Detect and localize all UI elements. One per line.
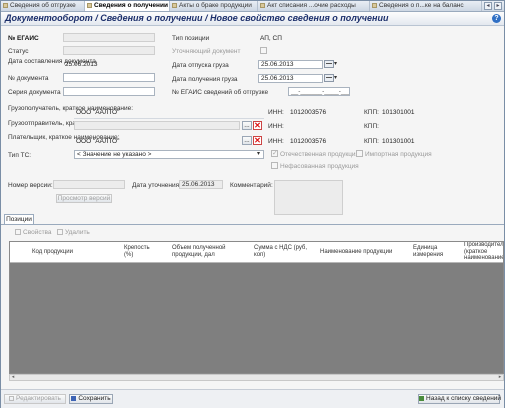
import-checkbox[interactable] — [356, 150, 363, 157]
clarify-date-label: Дата уточнения: — [132, 182, 181, 189]
consignor-select-button[interactable]: ... — [242, 121, 252, 130]
inn-value-payer: 1012003576 — [290, 138, 327, 145]
calendar-icon[interactable] — [324, 74, 334, 82]
footer-bar: Редактировать Сохранить Назад к списку с… — [1, 389, 504, 408]
chevron-down-icon[interactable]: ▾ — [334, 60, 337, 67]
version-field — [53, 180, 125, 189]
back-to-list-button[interactable]: Назад к списку сведений — [418, 394, 501, 404]
doc-number-label: № документа — [8, 75, 49, 82]
kpp-value-payer: 101301001 — [382, 138, 415, 145]
help-icon[interactable]: ? — [492, 14, 501, 23]
ship-date-input[interactable]: 25.06.2013 — [258, 60, 323, 69]
document-icon — [87, 3, 92, 8]
app-window: Сведения об отгрузке Сведения о получени… — [0, 0, 505, 408]
col-product-code[interactable]: Код продукции — [32, 249, 73, 256]
save-icon — [71, 395, 77, 401]
chevron-down-icon[interactable]: ▾ — [334, 74, 337, 81]
tab-balance-info[interactable]: Сведения о п...ке на баланс — [370, 1, 482, 11]
col-product-name[interactable]: Наименование продукции — [320, 249, 392, 256]
col-volume[interactable]: Объем полученной продукции, дал — [172, 245, 238, 258]
tab-receipt-info[interactable]: Сведения о получении — [85, 1, 170, 11]
inn-label: ИНН: — [268, 138, 284, 145]
receive-date-label: Дата получения груза — [172, 76, 238, 83]
document-icon — [3, 3, 8, 8]
view-versions-button[interactable]: Просмотр версий — [56, 194, 112, 203]
consignee-value: ООО "ААЛТО" — [76, 109, 120, 116]
document-icon — [372, 3, 377, 8]
status-label: Статус — [8, 48, 29, 55]
tabs-scroll-left-icon[interactable]: ◂ — [484, 2, 492, 10]
col-manufacturer[interactable]: Производитель (краткое наименование — [464, 242, 503, 262]
status-field — [63, 46, 155, 55]
edit-icon — [9, 395, 15, 401]
tabs-scroll-right-icon[interactable]: ▸ — [494, 2, 502, 10]
doc-date-value: 25.06.2013 — [65, 61, 98, 68]
tab-shipment-info[interactable]: Сведения об отгрузке — [1, 1, 85, 11]
payer-value: ООО "ААЛТО" — [76, 138, 120, 145]
divider — [74, 118, 264, 119]
inn-value-consignee: 1012003576 — [290, 109, 327, 116]
properties-icon — [15, 229, 21, 236]
positions-tabbar: Позиции — [1, 214, 504, 225]
save-button[interactable]: Сохранить — [69, 394, 113, 404]
receive-date-input[interactable]: 25.06.2013 — [258, 74, 323, 83]
kpp-value-consignee: 101301001 — [382, 109, 415, 116]
inn-label: ИНН: — [268, 123, 284, 130]
unpacked-label: Нефасованная продукция — [280, 163, 359, 170]
ts-type-label: Тип ТС: — [8, 152, 32, 159]
domestic-label: Отечественная продукция — [280, 151, 360, 158]
egais-ship-input[interactable]: __-______-____-____-__ — [288, 87, 350, 96]
horizontal-scrollbar[interactable]: ◂ ▸ — [9, 374, 504, 381]
doc-series-input[interactable] — [63, 87, 155, 96]
payer-clear-icon[interactable]: ✕ — [253, 136, 262, 145]
back-arrow-icon — [419, 395, 424, 401]
comment-field — [274, 180, 343, 215]
tab-defect-acts[interactable]: Акты о браке продукции — [170, 1, 258, 11]
domestic-checkbox[interactable] — [271, 149, 278, 157]
properties-button[interactable]: Свойства — [15, 229, 52, 236]
position-type-label: Тип позиции — [172, 35, 210, 42]
clarifying-doc-checkbox[interactable] — [260, 47, 267, 54]
col-unit[interactable]: Единица измерения — [413, 245, 447, 258]
comment-label: Комментарий: — [230, 182, 273, 189]
clarify-date-field: 25.06.2013 — [179, 180, 223, 189]
inn-label: ИНН: — [268, 109, 284, 116]
kpp-label: КПП: — [364, 109, 379, 116]
scroll-right-icon[interactable]: ▸ — [497, 375, 503, 380]
egais-ship-label: № ЕГАИС сведений об отгрузке — [172, 89, 269, 96]
egais-label: № ЕГАИС — [8, 35, 39, 42]
delete-icon — [57, 229, 63, 236]
grid-header: Код продукции Крепость (%) Объем получен… — [10, 242, 503, 263]
kpp-label: КПП: — [364, 123, 379, 130]
title-bar: Документооборот / Сведения о получении /… — [1, 12, 504, 26]
scroll-left-icon[interactable]: ◂ — [10, 375, 16, 380]
chevron-down-icon[interactable]: ▾ — [257, 150, 260, 157]
tab-writeoff-act[interactable]: Акт списания ...очие расходы — [258, 1, 370, 11]
unpacked-checkbox[interactable] — [271, 162, 278, 169]
page-title: Документооборот / Сведения о получении /… — [5, 13, 389, 23]
ship-date-label: Дата отпуска груза — [172, 62, 229, 69]
tab-positions[interactable]: Позиции — [4, 214, 34, 224]
kpp-label: КПП: — [364, 138, 379, 145]
position-type-value: АП, СП — [260, 35, 282, 42]
delete-button[interactable]: Удалить — [57, 229, 90, 236]
version-label: Номер версии: — [8, 182, 53, 189]
import-label: Импортная продукция — [365, 151, 432, 158]
calendar-icon[interactable] — [324, 60, 334, 68]
doc-number-input[interactable] — [63, 73, 155, 82]
doc-series-label: Серия документа — [8, 89, 61, 96]
document-tabs: Сведения об отгрузке Сведения о получени… — [1, 1, 504, 12]
ts-type-select[interactable]: < Значение не указано > — [74, 150, 264, 159]
col-sum[interactable]: Сумма с НДС (руб, коп) — [254, 245, 308, 258]
consignor-field — [74, 121, 240, 130]
document-icon — [172, 3, 177, 8]
payer-select-button[interactable]: ... — [242, 136, 252, 145]
positions-grid[interactable]: Код продукции Крепость (%) Объем получен… — [9, 241, 504, 374]
egais-field — [63, 33, 155, 42]
col-strength[interactable]: Крепость (%) — [124, 245, 154, 258]
document-icon — [260, 3, 265, 8]
edit-button[interactable]: Редактировать — [4, 394, 66, 404]
consignor-clear-icon[interactable]: ✕ — [253, 121, 262, 130]
clarifying-doc-label: Уточняющий документ — [172, 48, 241, 55]
